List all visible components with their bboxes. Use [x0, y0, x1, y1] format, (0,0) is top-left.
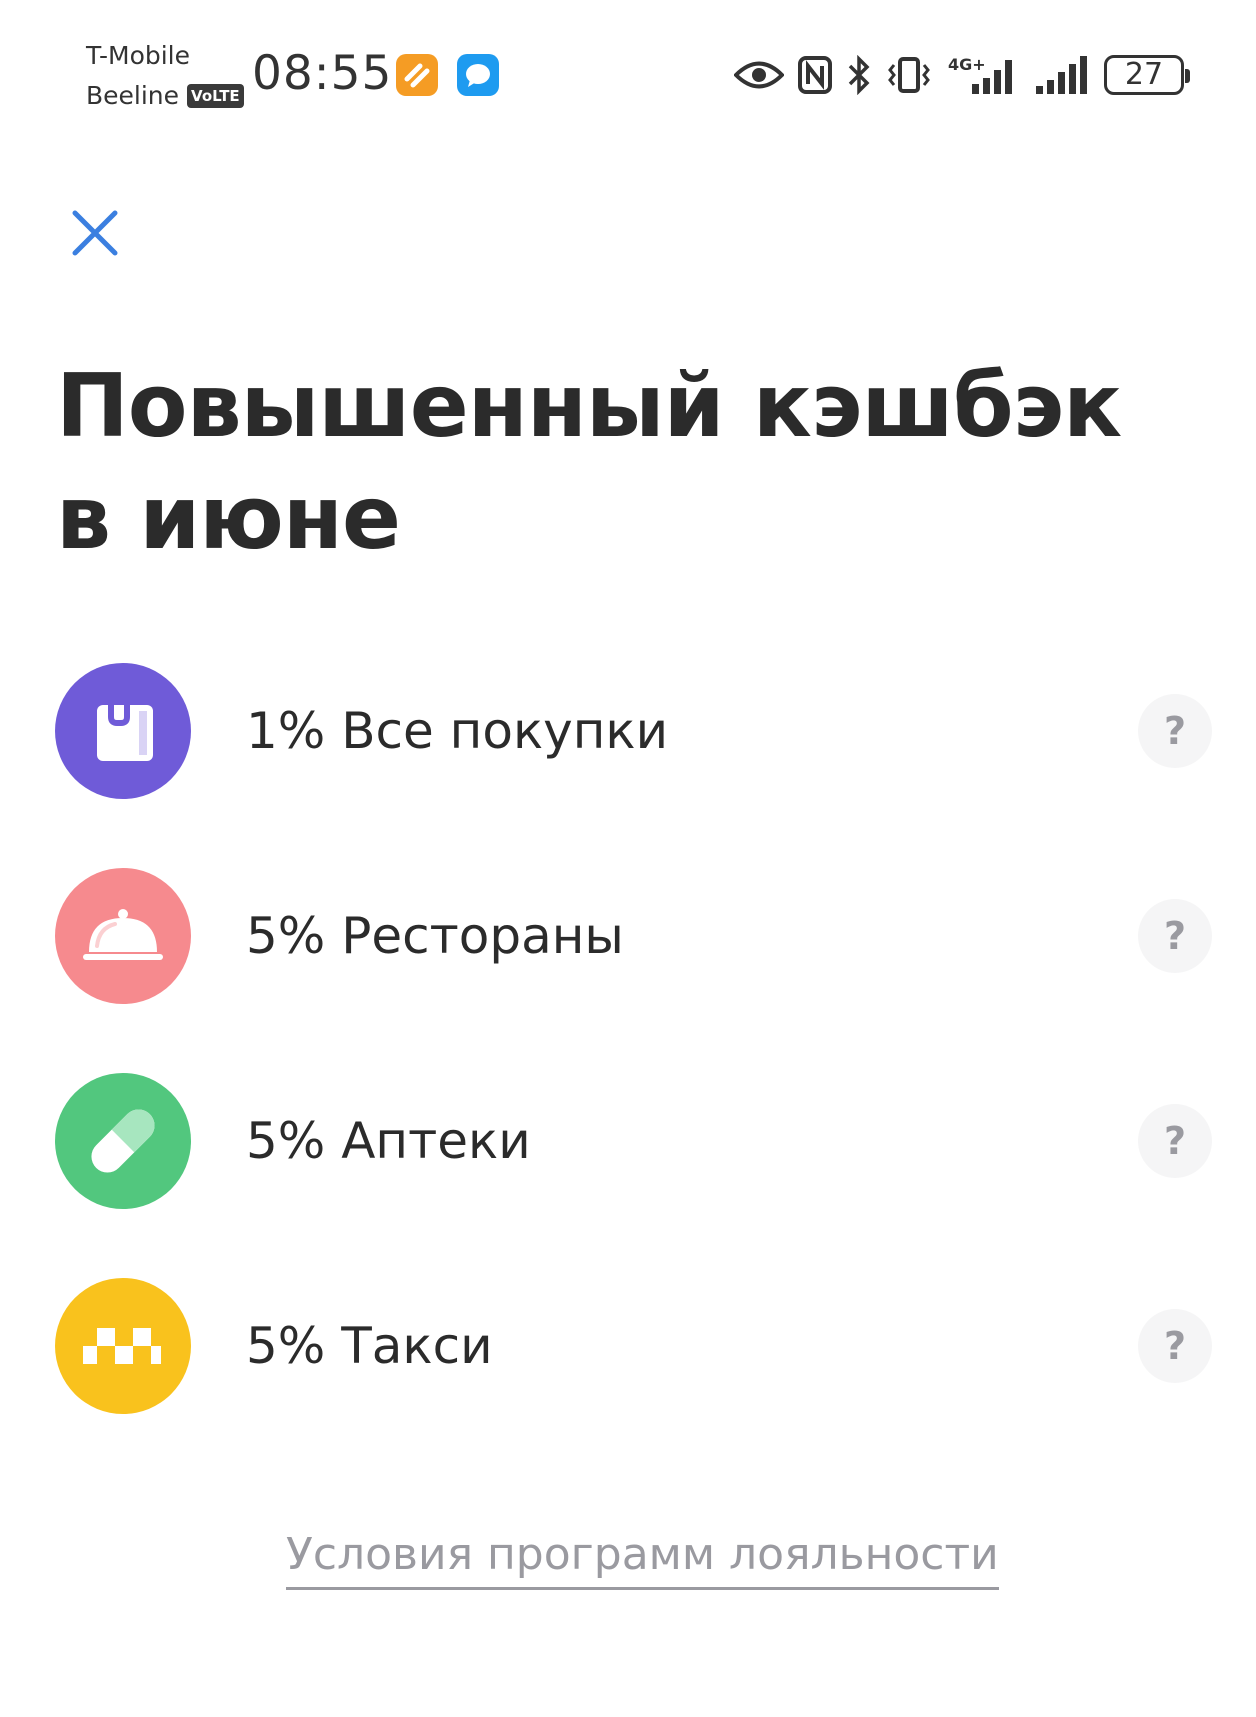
- cashback-item-label: 5% Рестораны: [246, 907, 624, 965]
- close-button[interactable]: [60, 198, 130, 268]
- vibrate-icon: [888, 57, 930, 93]
- battery-icon: 27: [1104, 55, 1190, 95]
- help-button[interactable]: ?: [1138, 1309, 1212, 1383]
- cashback-item-label: 5% Аптеки: [246, 1112, 531, 1170]
- carrier-1-label: T-Mobile: [86, 41, 191, 70]
- pill-icon: [55, 1073, 191, 1209]
- close-icon: [72, 210, 118, 256]
- signal-4g-icon: 4G+: [948, 55, 1012, 94]
- status-clock: 08:55: [252, 46, 393, 101]
- cashback-item-pharmacies[interactable]: 5% Аптеки ?: [0, 1073, 1256, 1278]
- help-button[interactable]: ?: [1138, 899, 1212, 973]
- cashback-item-taxi[interactable]: 5% Такси ?: [0, 1278, 1256, 1483]
- cloche-icon: [55, 868, 191, 1004]
- bluetooth-icon: [848, 55, 870, 95]
- battery-level: 27: [1124, 57, 1164, 92]
- cashback-item-all-purchases[interactable]: 1% Все покупки ?: [0, 663, 1256, 868]
- message-notification-icon: [457, 54, 499, 96]
- loyalty-terms-link[interactable]: Условия программ лояльности: [286, 1525, 999, 1590]
- help-button[interactable]: ?: [1138, 694, 1212, 768]
- carrier-1: T-Mobile: [86, 36, 244, 76]
- shopping-bag-icon: [55, 663, 191, 799]
- carrier-info: T-Mobile Beeline VoLTE: [86, 36, 244, 116]
- cashback-item-label: 1% Все покупки: [246, 702, 669, 760]
- signal-icon: [1036, 56, 1087, 94]
- cashback-list: 1% Все покупки ? 5% Рестораны ? 5% Аптек…: [0, 663, 1256, 1483]
- taxi-checker-icon: [55, 1278, 191, 1414]
- help-button[interactable]: ?: [1138, 1104, 1212, 1178]
- system-icons: 4G+ 27: [734, 50, 1190, 100]
- cashback-item-restaurants[interactable]: 5% Рестораны ?: [0, 868, 1256, 1073]
- volte-badge: VoLTE: [187, 84, 244, 108]
- nfc-icon: [798, 56, 832, 94]
- cashback-item-label: 5% Такси: [246, 1317, 493, 1375]
- carrier-2: Beeline VoLTE: [86, 76, 244, 116]
- status-bar: T-Mobile Beeline VoLTE 08:55 4G+ 27: [0, 0, 1256, 140]
- carrier-2-label: Beeline: [86, 81, 180, 110]
- network-label: 4G+: [948, 55, 986, 74]
- eye-icon: [734, 61, 784, 89]
- page-title: Повышенный кэшбэк в июне: [56, 355, 1122, 569]
- orange-app-notification-icon: [396, 54, 438, 96]
